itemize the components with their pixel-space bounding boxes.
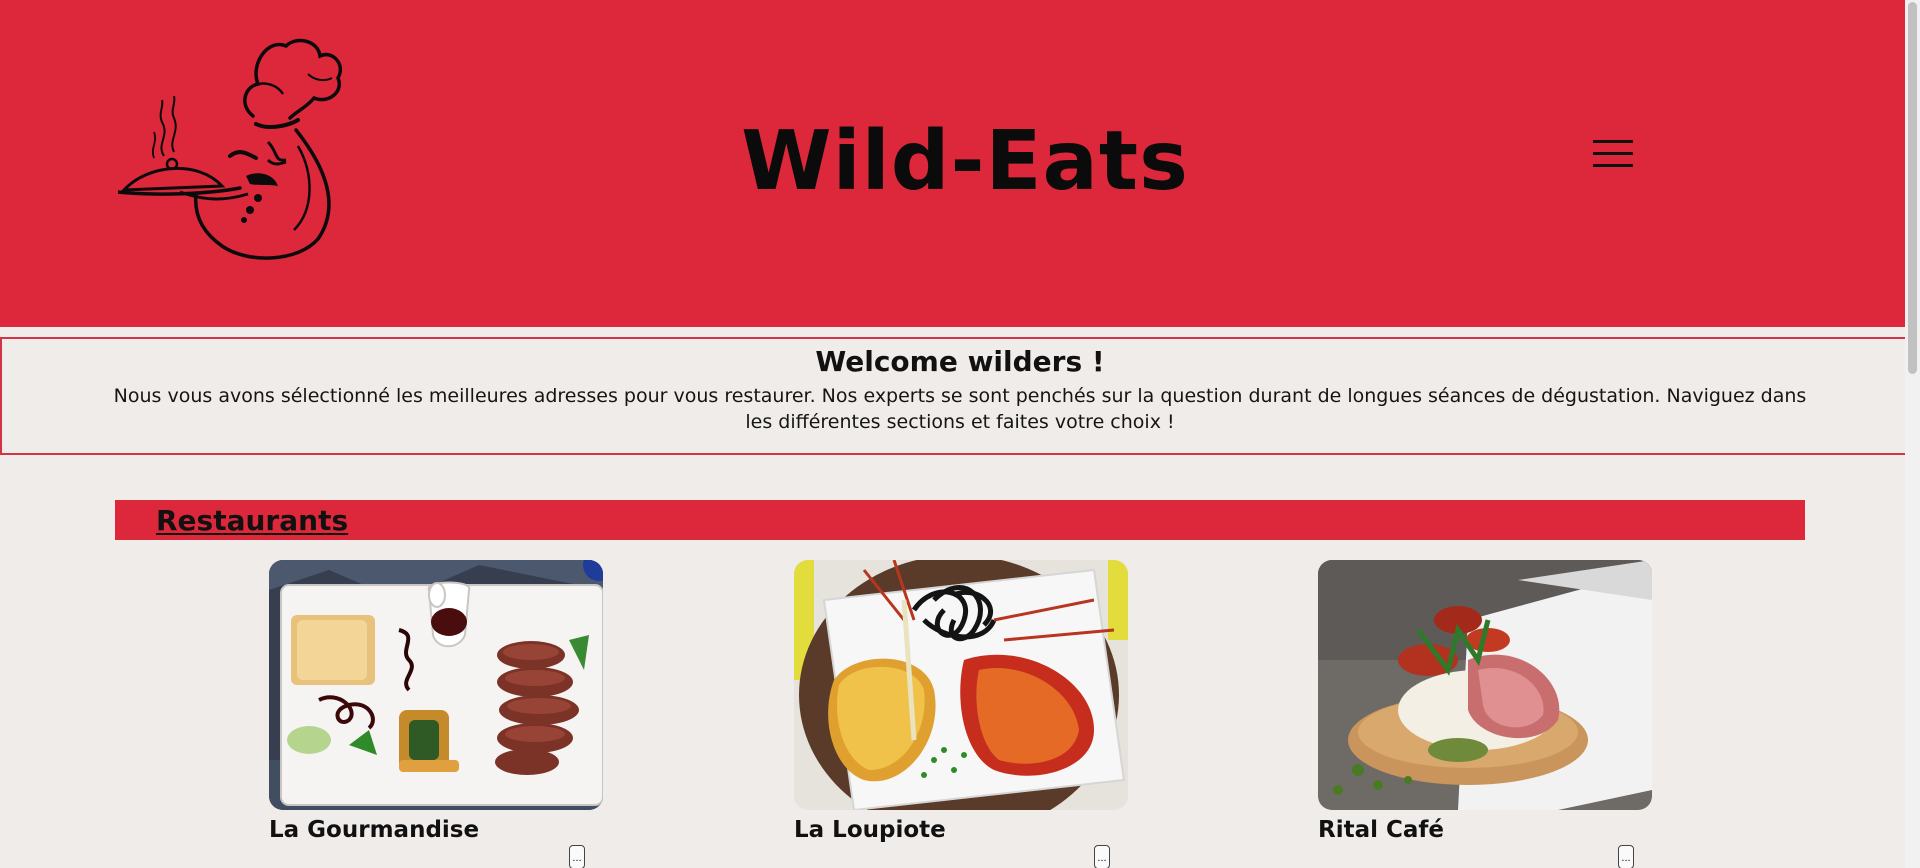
welcome-heading: Welcome wilders !: [815, 345, 1105, 378]
hamburger-menu-icon-bar: [1593, 152, 1633, 155]
more-options-button[interactable]: ...: [1618, 845, 1634, 868]
site-header: Wild-Eats: [0, 0, 1920, 327]
more-options-button[interactable]: ...: [1094, 845, 1110, 868]
hamburger-menu-button[interactable]: [1590, 140, 1636, 176]
page-scrollbar[interactable]: [1905, 0, 1920, 868]
restaurant-image-la-gourmandise: [269, 560, 603, 810]
restaurants-section-header: Restaurants: [115, 500, 1805, 540]
welcome-banner: Welcome wilders ! Nous vous avons sélect…: [0, 337, 1920, 455]
more-options-button[interactable]: ...: [569, 845, 585, 868]
restaurant-card[interactable]: La Loupiote ...: [794, 560, 1128, 868]
page: Wild-Eats Welcome wilders ! Nous vous av…: [0, 0, 1920, 868]
restaurant-image-rital-cafe: [1318, 560, 1652, 810]
restaurant-card[interactable]: Rital Café ...: [1318, 560, 1652, 868]
restaurants-section-link[interactable]: Restaurants: [156, 504, 348, 538]
hamburger-menu-icon: [1593, 140, 1633, 143]
restaurant-name: Rital Café: [1318, 817, 1445, 843]
scrollbar-thumb[interactable]: [1908, 2, 1917, 374]
site-title-text: Wild-Eats: [741, 114, 1189, 209]
welcome-text: Nous vous avons sélectionné les meilleur…: [113, 385, 1807, 433]
restaurant-name: La Gourmandise: [269, 817, 480, 843]
hamburger-menu-icon-bar: [1593, 164, 1633, 167]
restaurant-image-la-loupiote: [794, 560, 1128, 810]
restaurant-card[interactable]: La Gourmandise ...: [269, 560, 603, 868]
restaurant-name: La Loupiote: [794, 817, 946, 843]
